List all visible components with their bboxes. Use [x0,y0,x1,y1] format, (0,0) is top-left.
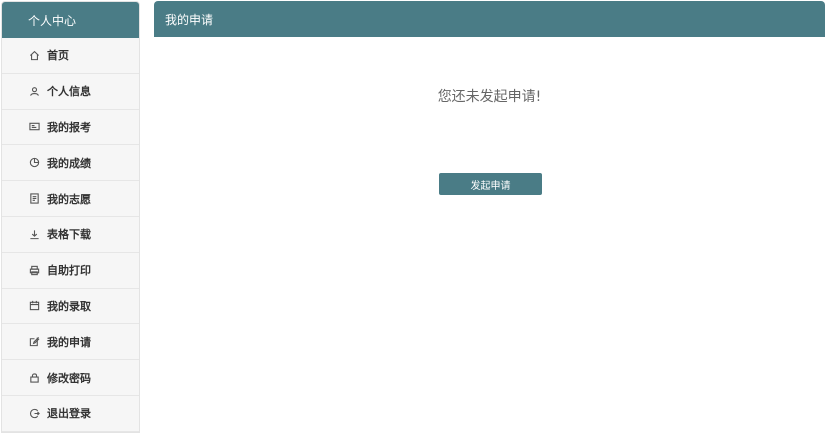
start-application-button[interactable]: 发起申请 [439,173,542,195]
sidebar-item-logout[interactable]: 退出登录 [2,396,139,432]
sidebar-item-form-download[interactable]: 表格下载 [2,217,139,253]
sidebar-item-label: 首页 [47,49,69,63]
sidebar-item-applications[interactable]: 我的申请 [2,324,139,361]
sidebar-item-label: 我的录取 [47,299,91,313]
download-icon [28,228,40,240]
document-icon [28,193,40,205]
sidebar-item-self-print[interactable]: 自助打印 [2,253,139,289]
sidebar-item-scores[interactable]: 我的成绩 [2,145,139,182]
lock-icon [28,372,40,384]
edit-icon [28,336,40,348]
sidebar-item-label: 自助打印 [47,264,91,278]
sidebar-item-change-password[interactable]: 修改密码 [2,360,139,396]
calendar-icon [28,300,40,312]
sidebar-item-preferences[interactable]: 我的志愿 [2,181,139,217]
pie-chart-icon [28,157,40,169]
sidebar-menu: 首页 个人信息 我的报考 我的成绩 我的志愿 表格下载 自助打印 我的录取 我的… [2,38,139,432]
main-panel: 我的申请 您还未发起申请! 发起申请 [154,1,825,433]
sidebar-title: 个人中心 [2,2,139,38]
user-icon [28,85,40,97]
sidebar-item-label: 我的申请 [47,335,91,349]
sidebar-item-label: 修改密码 [47,371,91,385]
sidebar-item-label: 退出登录 [47,407,91,421]
sidebar-item-label: 我的志愿 [47,192,91,206]
sidebar-item-label: 个人信息 [47,85,91,99]
empty-state-message: 您还未发起申请! [437,89,542,105]
sidebar-item-profile[interactable]: 个人信息 [2,74,139,110]
sidebar-item-label: 我的成绩 [47,156,91,170]
app-root: 个人中心 首页 个人信息 我的报考 我的成绩 我的志愿 表格下载 自助打印 我的… [0,0,826,434]
printer-icon [28,264,40,276]
logout-icon [28,407,40,419]
sidebar-item-label: 表格下载 [47,228,91,242]
home-icon [28,49,40,61]
main-content: 您还未发起申请! 发起申请 [154,37,825,433]
sidebar-item-home[interactable]: 首页 [2,38,139,74]
sidebar-item-exam-registration[interactable]: 我的报考 [2,110,139,146]
page-title: 我的申请 [154,1,825,37]
sidebar: 个人中心 首页 个人信息 我的报考 我的成绩 我的志愿 表格下载 自助打印 我的… [1,1,140,433]
sidebar-item-label: 我的报考 [47,120,91,134]
id-card-icon [28,121,40,133]
sidebar-item-admission[interactable]: 我的录取 [2,289,139,325]
